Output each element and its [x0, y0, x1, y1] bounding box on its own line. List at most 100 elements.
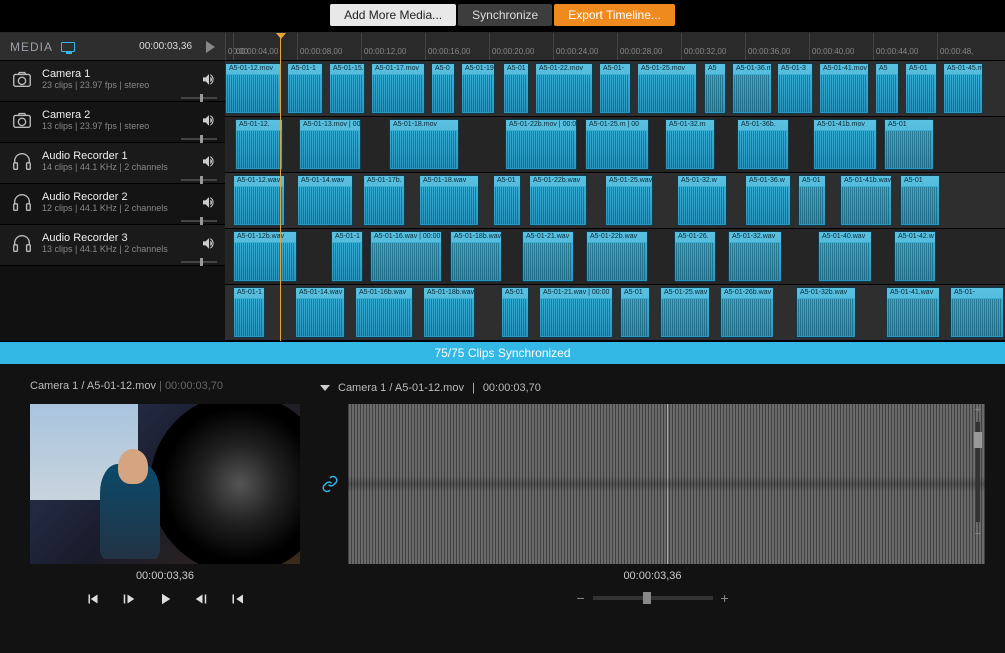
timeline-clip[interactable]: A5-01-25.wav [605, 175, 653, 226]
timeline-clip[interactable]: A5-01-25.m | 00 [585, 119, 649, 170]
timeline-clip[interactable]: A5-01-1 [331, 231, 363, 282]
link-icon[interactable] [320, 475, 340, 493]
track-header[interactable]: Audio Recorder 1 14 clips | 44.1 KHz | 2… [0, 143, 225, 184]
timeline-clip[interactable]: A5-01-26. [674, 231, 716, 282]
timeline-clip[interactable]: A5-0 [431, 63, 455, 114]
volume-slider[interactable] [181, 179, 217, 181]
timeline-clip[interactable]: A5-01-25.mov [637, 63, 697, 114]
go-to-end-button[interactable] [228, 590, 246, 608]
timeline-clip[interactable]: A5-01-19 [461, 63, 495, 114]
dropdown-icon[interactable] [320, 385, 330, 391]
timeline-clip[interactable]: A5-01-41b.mov [813, 119, 877, 170]
timeline-clip[interactable]: A5-01-21.wav | 00:00 [539, 287, 613, 338]
timeline-panel[interactable]: 00:0000:00:04,0000:00:08,0000:00:12,0000… [225, 33, 1005, 341]
track-header[interactable]: Camera 2 13 clips | 23.97 fps | stereo [0, 102, 225, 143]
timeline-clip[interactable]: A5-01 [884, 119, 934, 170]
track-lane[interactable]: A5-01-12. A5-01-13.mov | 00:00 A5-01-18.mo… [225, 117, 1005, 173]
timeline-clip[interactable]: A5-01-14.wav [297, 175, 353, 226]
timeline-clip[interactable]: A5-01-36b. [737, 119, 789, 170]
timeline-clip[interactable]: A5-01-12.mov [225, 63, 281, 114]
timeline-clip[interactable]: A5-01-41b.wav [840, 175, 892, 226]
timeline-clip[interactable]: A5-01-12.wav [233, 175, 285, 226]
timeline-clip[interactable]: A5-01-36.w [745, 175, 791, 226]
timeline-clip[interactable]: A5-01-32.m [665, 119, 715, 170]
track-lane[interactable]: A5-01-1 A5-01-14.wavA5-01-16b.wavA5-01-18… [225, 285, 1005, 341]
timeline-clip[interactable]: A5-01-40.wav [818, 231, 872, 282]
speaker-icon[interactable] [201, 71, 217, 87]
timeline-clip[interactable]: A5-01-18b.wav [423, 287, 475, 338]
timeline-clip[interactable]: A5-01-32.wav [728, 231, 782, 282]
synchronize-button[interactable]: Synchronize [458, 4, 552, 26]
timeline-clip[interactable]: A5-01- [950, 287, 1004, 338]
timeline-clip[interactable]: A5-01-25.wav [660, 287, 710, 338]
timeline-clip[interactable]: A5-01-26b.wav [720, 287, 774, 338]
vzoom-out-button[interactable]: − [975, 528, 981, 540]
speaker-icon[interactable] [201, 194, 217, 210]
track-header[interactable]: Audio Recorder 2 12 clips | 44.1 KHz | 2… [0, 184, 225, 225]
volume-slider[interactable] [181, 97, 217, 99]
timeline-clip[interactable]: A5-01 [905, 63, 937, 114]
timeline-clip[interactable]: A5-01-14.wav [295, 287, 345, 338]
timeline-clip[interactable]: A5-01-45.m [943, 63, 983, 114]
add-media-button[interactable]: Add More Media... [330, 4, 456, 26]
track-lane[interactable]: A5-01-12.wavA5-01-14.wavA5-01-17b. A5-01-… [225, 173, 1005, 229]
timeline-clip[interactable]: A5-01-16b.wav [355, 287, 413, 338]
vzoom-in-button[interactable]: + [975, 404, 981, 416]
play-button[interactable] [156, 590, 174, 608]
zoom-slider[interactable] [593, 596, 713, 600]
timeline-clip[interactable]: A5-01-1 [233, 287, 265, 338]
timeline-clip[interactable]: A5 [704, 63, 726, 114]
timeline-clip[interactable]: A5-01-22b.mov | 00:00 [505, 119, 577, 170]
waveform-display[interactable] [348, 404, 985, 564]
timeline-clip[interactable]: A5-01-13.mov | 00:00 [299, 119, 361, 170]
timeline-clip[interactable]: A5-01-22b.wav [586, 231, 648, 282]
speaker-icon[interactable] [201, 235, 217, 251]
timeline-clip[interactable]: A5-01-17b. [363, 175, 405, 226]
timeline-clip[interactable]: A5-01 [900, 175, 940, 226]
timeline-clip[interactable]: A5-01-17.mov [371, 63, 425, 114]
timeline-clip[interactable]: A5-01-12. [235, 119, 283, 170]
track-header[interactable]: Camera 1 23 clips | 23.97 fps | stereo [0, 61, 225, 102]
timeline-clip[interactable]: A5-01-16.wav | 00:00 [370, 231, 442, 282]
timeline-clip[interactable]: A5-01-1 [287, 63, 323, 114]
timeline-clip[interactable]: A5-01-22b.wav [529, 175, 587, 226]
timeline-clip[interactable]: A5-01-18.mov [389, 119, 459, 170]
timeline-clip[interactable]: A5-01-32.w [677, 175, 727, 226]
timeline-clip[interactable]: A5-01 [501, 287, 529, 338]
volume-slider[interactable] [181, 261, 217, 263]
timeline-clip[interactable]: A5-01-32b.wav [796, 287, 856, 338]
timeline-clip[interactable]: A5-01-15. [329, 63, 365, 114]
timeline-clip[interactable]: A5-01 [620, 287, 650, 338]
step-forward-button[interactable] [192, 590, 210, 608]
vzoom-slider[interactable] [976, 422, 980, 522]
play-icon[interactable] [206, 41, 215, 53]
timeline-clip[interactable]: A5-01 [493, 175, 521, 226]
zoom-out-button[interactable]: − [576, 590, 584, 606]
speaker-icon[interactable] [201, 112, 217, 128]
volume-slider[interactable] [181, 138, 217, 140]
timeline-clip[interactable]: A5-01-41.wav [886, 287, 940, 338]
timeline-ruler[interactable]: 00:0000:00:04,0000:00:08,0000:00:12,0000… [225, 33, 1005, 61]
zoom-in-button[interactable]: + [721, 590, 729, 606]
timeline-clip[interactable]: A5-01-36.m [732, 63, 772, 114]
timeline-clip[interactable]: A5-01-21.wav [522, 231, 574, 282]
timeline-clip[interactable]: A5-01-42.w [894, 231, 936, 282]
timeline-clip[interactable]: A5-01 [798, 175, 826, 226]
timeline-clip[interactable]: A5 [875, 63, 899, 114]
timeline-clip[interactable]: A5-01-18.wav [419, 175, 479, 226]
go-to-start-button[interactable] [84, 590, 102, 608]
monitor-icon[interactable] [61, 42, 75, 52]
timeline-clip[interactable]: A5-01-22.mov [535, 63, 593, 114]
speaker-icon[interactable] [201, 153, 217, 169]
timeline-clip[interactable]: A5-01-18b.wav [450, 231, 502, 282]
timeline-clip[interactable]: A5-01- [599, 63, 631, 114]
timeline-clip[interactable]: A5-01-41.mov [819, 63, 869, 114]
track-header[interactable]: Audio Recorder 3 13 clips | 44.1 KHz | 2… [0, 225, 225, 266]
export-timeline-button[interactable]: Export Timeline... [554, 4, 675, 26]
track-lane[interactable]: A5-01-12b.wav A5-01-1A5-01-16.wav | 00:00… [225, 229, 1005, 285]
volume-slider[interactable] [181, 220, 217, 222]
timeline-clip[interactable]: A5-01 [503, 63, 529, 114]
timeline-clip[interactable]: A5-01-3 [777, 63, 813, 114]
timeline-clip[interactable]: A5-01-12b.wav [233, 231, 297, 282]
track-lane[interactable]: A5-01-12.movA5-01-1A5-01-15.A5-01-17.mov… [225, 61, 1005, 117]
